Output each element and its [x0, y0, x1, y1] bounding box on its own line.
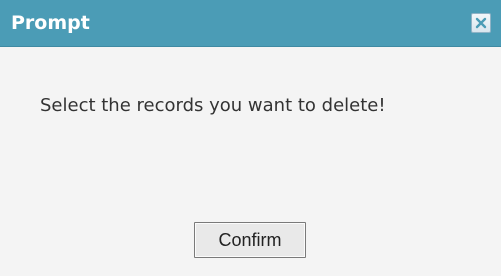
close-button[interactable]: [471, 13, 491, 33]
dialog-body: Select the records you want to delete! C…: [0, 47, 501, 276]
confirm-button[interactable]: Confirm: [194, 222, 306, 258]
close-icon: [475, 17, 487, 29]
dialog-title: Prompt: [11, 12, 90, 34]
dialog-titlebar: Prompt: [0, 0, 501, 47]
prompt-dialog: Prompt Select the records you want to de…: [0, 0, 501, 276]
dialog-message: Select the records you want to delete!: [40, 95, 386, 116]
